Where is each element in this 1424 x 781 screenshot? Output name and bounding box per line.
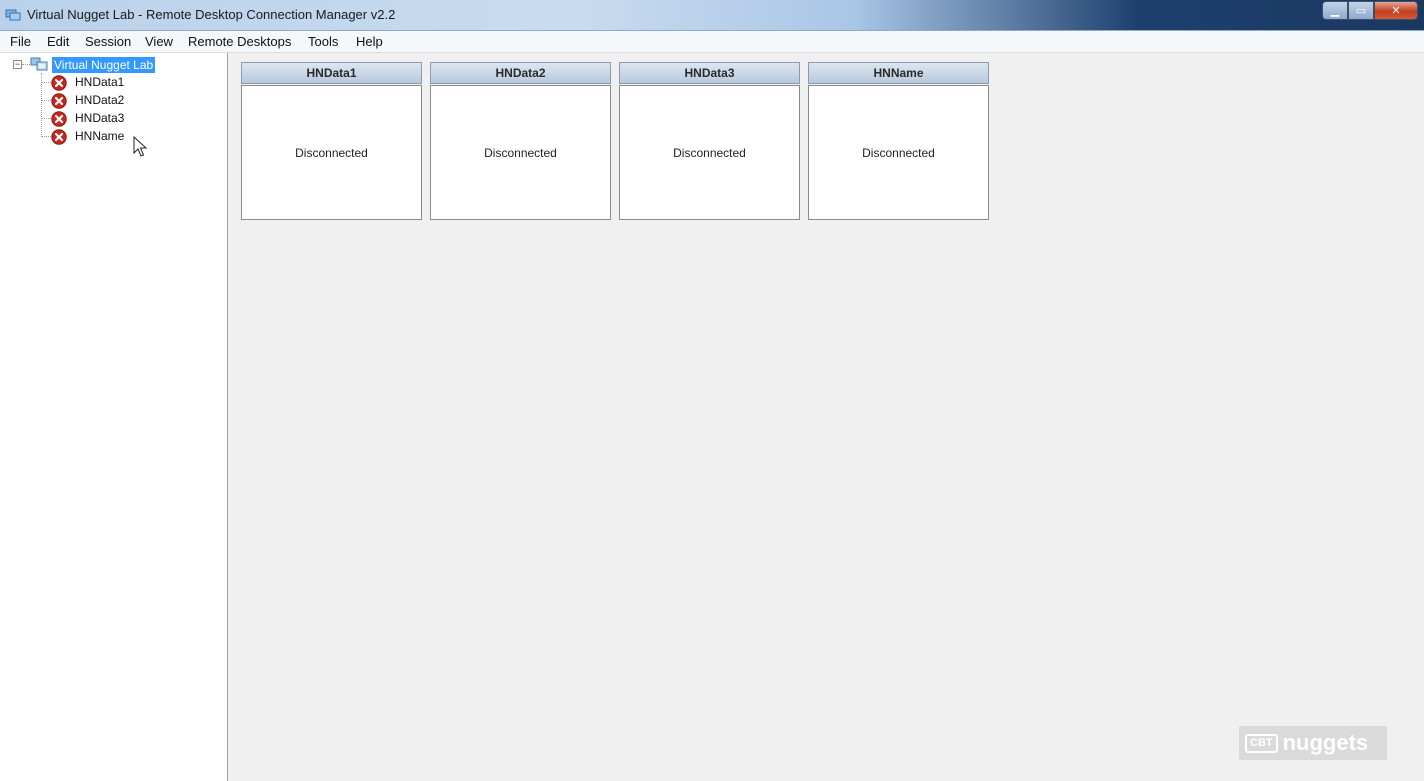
menu-bar: File Edit Session View Remote Desktops T… bbox=[0, 31, 1424, 53]
thumbnail-status[interactable]: Disconnected bbox=[241, 85, 422, 220]
tree-connector bbox=[41, 136, 51, 137]
menu-session[interactable]: Session bbox=[85, 34, 131, 49]
thumbnail-title[interactable]: HNData2 bbox=[430, 62, 611, 84]
menu-tools[interactable]: Tools bbox=[308, 34, 338, 49]
thumbnail-status[interactable]: Disconnected bbox=[619, 85, 800, 220]
thumbnail-hnname[interactable]: HNName Disconnected bbox=[808, 62, 989, 220]
error-icon bbox=[51, 93, 67, 109]
tree-item-label: HNData2 bbox=[75, 93, 125, 107]
tree-item-hnname[interactable]: HNName bbox=[41, 128, 221, 146]
tree-item-hndata2[interactable]: HNData2 bbox=[41, 92, 221, 110]
thumbnail-hndata2[interactable]: HNData2 Disconnected bbox=[430, 62, 611, 220]
mouse-cursor-icon bbox=[133, 136, 148, 157]
minimize-button[interactable]: ▁ bbox=[1322, 1, 1348, 20]
thumbnail-title[interactable]: HNData1 bbox=[241, 62, 422, 84]
cbt-nuggets-watermark: CBT nuggets bbox=[1239, 726, 1387, 760]
title-bar[interactable]: Virtual Nugget Lab - Remote Desktop Conn… bbox=[0, 0, 1424, 31]
tree-connector bbox=[41, 100, 51, 101]
close-button[interactable]: ✕ bbox=[1374, 1, 1418, 20]
tree-item-hndata3[interactable]: HNData3 bbox=[41, 110, 221, 128]
app-icon bbox=[5, 9, 21, 21]
thumbnail-status[interactable]: Disconnected bbox=[808, 85, 989, 220]
menu-edit[interactable]: Edit bbox=[47, 34, 69, 49]
thumbnail-status[interactable]: Disconnected bbox=[430, 85, 611, 220]
tree-item-label: HNData1 bbox=[75, 75, 125, 89]
thumbnail-title[interactable]: HNData3 bbox=[619, 62, 800, 84]
thumbnail-hndata3[interactable]: HNData3 Disconnected bbox=[619, 62, 800, 220]
thumbnail-title[interactable]: HNName bbox=[808, 62, 989, 84]
error-icon bbox=[51, 111, 67, 127]
tree-item-label: HNName bbox=[75, 129, 125, 143]
tree-connector bbox=[22, 64, 30, 65]
tree-item-label: HNData3 bbox=[75, 111, 125, 125]
maximize-button[interactable]: ▭ bbox=[1348, 1, 1374, 20]
menu-file[interactable]: File bbox=[10, 34, 31, 49]
tree-root-virtual-nugget-lab[interactable]: Virtual Nugget Lab bbox=[52, 57, 156, 73]
thumbnail-hndata1[interactable]: HNData1 Disconnected bbox=[241, 62, 422, 220]
error-icon bbox=[51, 75, 67, 91]
error-icon bbox=[51, 129, 67, 145]
menu-view[interactable]: View bbox=[145, 34, 173, 49]
rdcman-window: Virtual Nugget Lab - Remote Desktop Conn… bbox=[0, 0, 1424, 781]
watermark-box-text: CBT bbox=[1245, 733, 1278, 753]
menu-help[interactable]: Help bbox=[356, 34, 383, 49]
tree-item-hndata1[interactable]: HNData1 bbox=[41, 74, 221, 92]
server-group-icon bbox=[30, 57, 48, 71]
watermark-text: nuggets bbox=[1282, 730, 1369, 755]
collapse-toggle[interactable]: − bbox=[13, 60, 22, 69]
server-tree[interactable]: − Virtual Nugget Lab HNData1 HNData2 HND… bbox=[0, 53, 228, 781]
menu-remote-desktops[interactable]: Remote Desktops bbox=[188, 34, 291, 49]
tree-connector bbox=[41, 118, 51, 119]
window-controls: ▁ ▭ ✕ bbox=[1322, 1, 1418, 20]
window-title: Virtual Nugget Lab - Remote Desktop Conn… bbox=[27, 7, 396, 22]
tree-connector bbox=[41, 82, 51, 83]
